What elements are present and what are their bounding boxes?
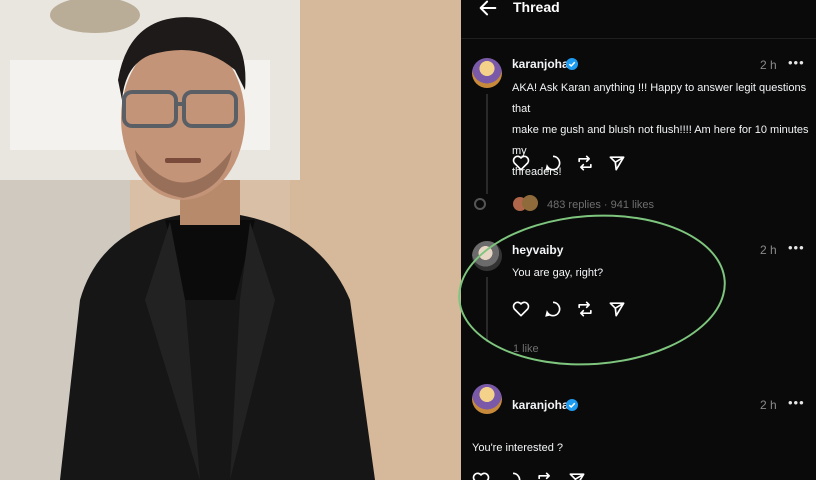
avatar[interactable] [472, 58, 502, 88]
photo-panel [0, 0, 461, 480]
post-actions [471, 470, 587, 480]
thread-connector-line [486, 277, 488, 342]
post-username[interactable]: karanjohar [512, 398, 573, 412]
post-username[interactable]: heyvaiby [512, 243, 563, 257]
post-time: 2 h [760, 58, 777, 72]
post-stats[interactable]: 483 replies · 941 likes [547, 199, 654, 211]
back-arrow-icon[interactable] [477, 0, 499, 19]
more-options-icon[interactable]: ••• [788, 395, 805, 410]
more-options-icon[interactable]: ••• [788, 55, 805, 70]
page-title: Thread [513, 0, 560, 15]
share-send-icon[interactable] [607, 153, 627, 173]
post-time: 2 h [760, 398, 777, 412]
post-text: You're interested ? [472, 442, 563, 454]
like-heart-icon[interactable] [471, 470, 491, 480]
post-time: 2 h [760, 243, 777, 257]
post-actions [511, 299, 627, 319]
person-photo [0, 0, 461, 480]
avatar[interactable] [472, 241, 502, 271]
reply-comment-icon[interactable] [503, 470, 523, 480]
post-text: You are gay, right? [512, 267, 604, 279]
thread-connector-line [486, 94, 488, 194]
like-heart-icon[interactable] [511, 153, 531, 173]
verified-badge-icon [566, 399, 578, 411]
reply-avatars [513, 195, 538, 213]
thread-loop-icon [474, 198, 486, 210]
threads-panel: Thread karanjohar 2 h ••• AKA! Ask Karan… [461, 0, 816, 480]
repost-icon[interactable] [575, 299, 595, 319]
post-stats[interactable]: 1 like [513, 343, 539, 355]
repost-icon[interactable] [575, 153, 595, 173]
share-send-icon[interactable] [567, 470, 587, 480]
reply-comment-icon[interactable] [543, 153, 563, 173]
thread-header: Thread [461, 0, 816, 39]
verified-badge-icon [566, 58, 578, 70]
share-send-icon[interactable] [607, 299, 627, 319]
avatar[interactable] [472, 384, 502, 414]
repost-icon[interactable] [535, 470, 555, 480]
reply-comment-icon[interactable] [543, 299, 563, 319]
post-username[interactable]: karanjohar [512, 57, 573, 71]
more-options-icon[interactable]: ••• [788, 240, 805, 255]
post-actions [511, 153, 627, 173]
like-heart-icon[interactable] [511, 299, 531, 319]
